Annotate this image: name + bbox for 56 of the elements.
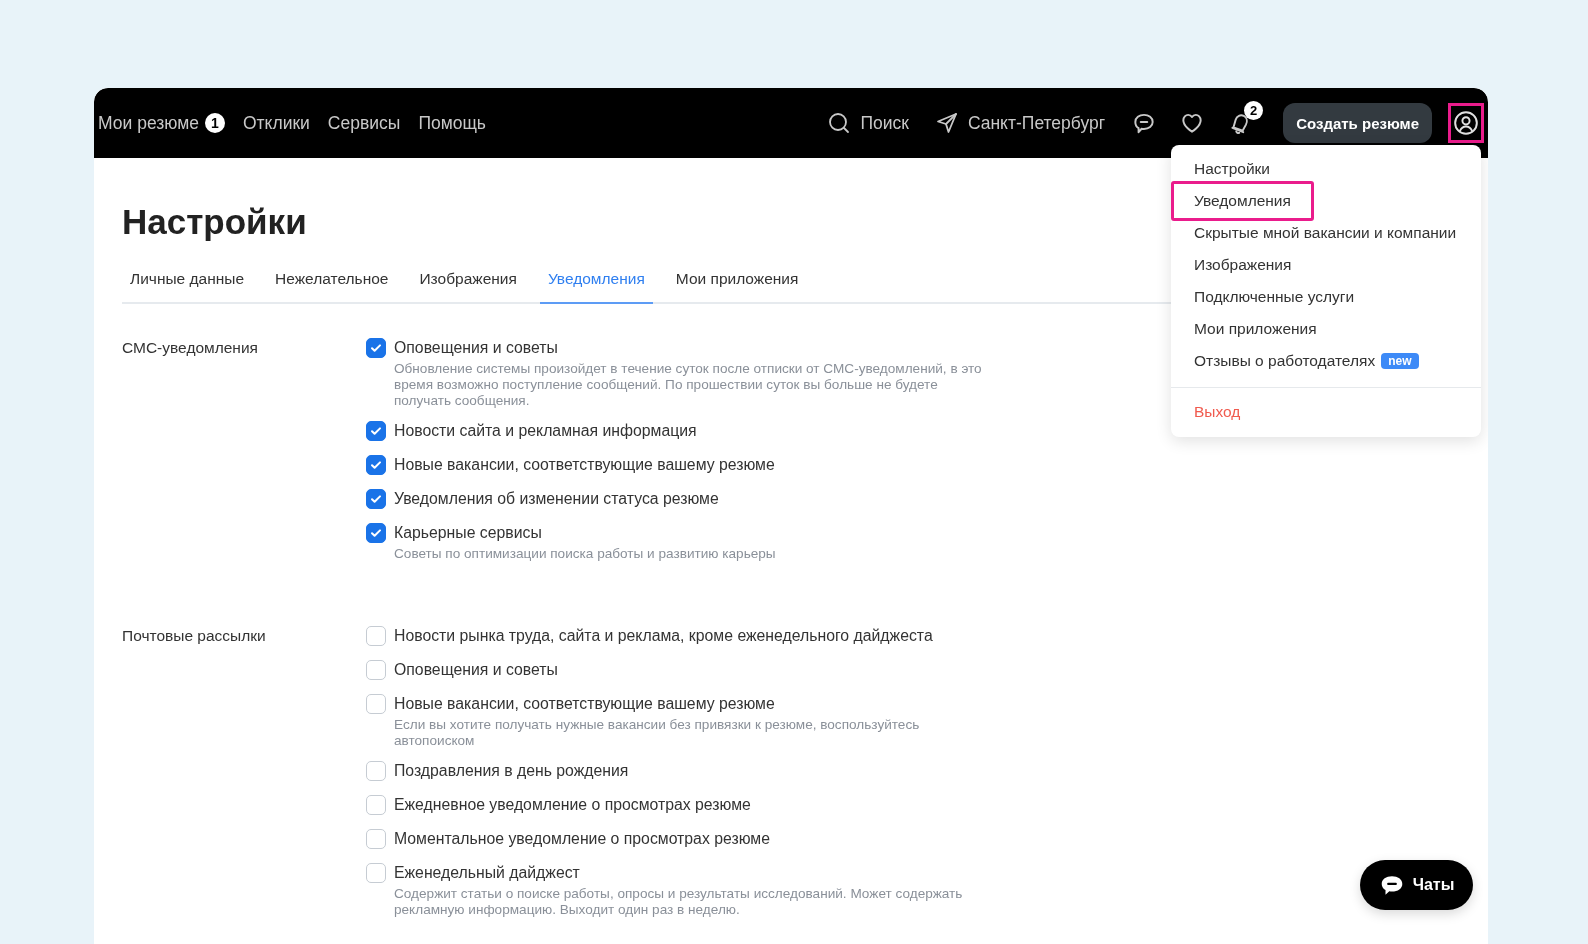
checkbox[interactable] xyxy=(366,338,386,358)
count-badge: 2 xyxy=(1244,101,1264,120)
page-title: Настройки xyxy=(122,202,307,242)
checkbox[interactable] xyxy=(366,660,386,680)
nav-link[interactable]: Мои резюме 1 xyxy=(98,112,225,134)
option-label: Уведомления об изменении статуса резюме xyxy=(394,490,719,508)
option-hint: Советы по оптимизации поиска работы и развитию карьеры xyxy=(394,546,777,562)
search-icon xyxy=(827,111,852,135)
option-label: Карьерные сервисы xyxy=(394,524,542,542)
profile-button[interactable] xyxy=(1448,103,1484,143)
tab[interactable]: Изображения xyxy=(411,270,525,304)
checkbox[interactable] xyxy=(366,626,386,646)
count-badge: 1 xyxy=(204,113,225,133)
menu-item[interactable]: Изображения xyxy=(1171,249,1315,281)
tab[interactable]: Нежелательное xyxy=(267,270,397,304)
search-link[interactable]: Поиск xyxy=(827,111,909,135)
section-label: СМС-уведомления xyxy=(122,338,259,358)
checkbox[interactable] xyxy=(366,694,386,714)
checkbox[interactable] xyxy=(366,829,386,849)
option-label: Оповещения и советы xyxy=(394,339,558,357)
checkbox[interactable] xyxy=(366,761,386,781)
checkbox[interactable] xyxy=(366,523,386,543)
create-resume-button[interactable]: Создать резюме xyxy=(1283,103,1432,143)
tab[interactable]: Уведомления xyxy=(539,270,653,304)
option-label: Новости рынка труда, сайта и реклама, кроме еженедельного дайджеста xyxy=(394,627,933,645)
section-label: Почтовые рассылки xyxy=(122,626,267,646)
option-label: Поздравления в день рождения xyxy=(394,762,629,780)
option-label: Новости сайта и рекламная информация xyxy=(394,422,697,440)
option-label: Ежедневное уведомление о просмотрах резюме xyxy=(394,796,751,814)
nav-link[interactable]: Помощь xyxy=(418,112,486,134)
paper-plane-icon xyxy=(934,111,959,135)
nav-link[interactable]: Сервисы xyxy=(327,112,401,134)
city-link[interactable]: Санкт-Петербург xyxy=(934,111,1106,135)
chats-button[interactable]: Чаты xyxy=(1360,860,1473,910)
new-badge: new xyxy=(1381,353,1419,369)
option-label: Моментальное уведомление о просмотрах резюме xyxy=(394,830,770,848)
checkbox[interactable] xyxy=(366,421,386,441)
option-hint: Содержит статьи о поиске работы, опросы и результаты исследований. Может содержать рекламную информацию. Выходит один раз в неделю. xyxy=(394,886,964,918)
user-icon xyxy=(1453,110,1479,136)
nav-link[interactable]: Отклики xyxy=(242,112,310,134)
option-hint: Обновление системы произойдет в течение суток после отписки от СМС-уведомлений, в это время возможно поступление сообщений. По прошествии суток вы больше не будете получать сообщения. xyxy=(394,361,983,409)
option-label: Новые вакансии, соответствующие вашему резюме xyxy=(394,456,775,474)
checkbox[interactable] xyxy=(366,489,386,509)
checkbox[interactable] xyxy=(366,455,386,475)
menu-item[interactable]: Подключенные услуги xyxy=(1171,281,1378,313)
option-label: Оповещения и советы xyxy=(394,661,558,679)
checkbox[interactable] xyxy=(366,863,386,883)
tab[interactable]: Личные данные xyxy=(122,270,253,304)
menu-item[interactable]: Отзывы о работодателях new xyxy=(1171,345,1442,377)
checkbox[interactable] xyxy=(366,795,386,815)
menu-item[interactable]: Уведомления xyxy=(1171,181,1314,221)
option-label: Еженедельный дайджест xyxy=(394,864,580,882)
tab[interactable]: Мои приложения xyxy=(667,270,807,304)
menu-item[interactable]: Мои приложения xyxy=(1171,313,1340,345)
option-label: Новые вакансии, соответствующие вашему резюме xyxy=(394,695,775,713)
option-hint: Если вы хотите получать нужные вакансии без привязки к резюме, воспользуйтесь автопоиском xyxy=(394,717,921,749)
